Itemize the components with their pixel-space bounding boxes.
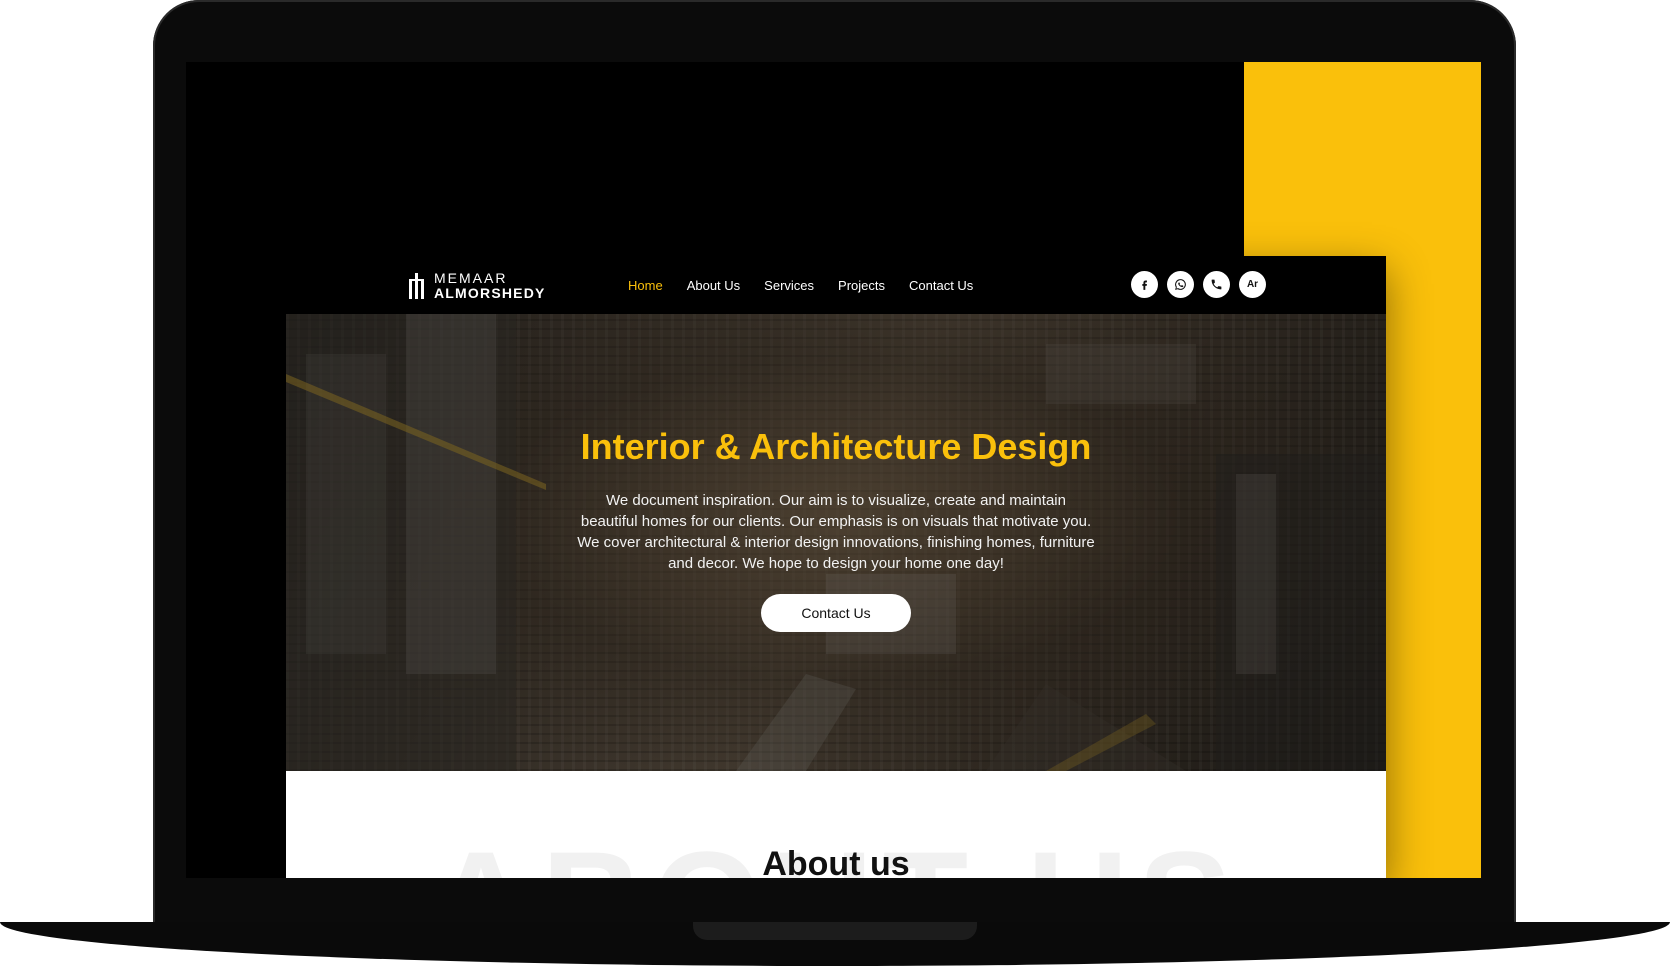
nav-link-services[interactable]: Services [764,278,814,293]
nav-links: Home About Us Services Projects Contact … [628,256,973,314]
social-icons: Ar [1131,271,1266,298]
contact-us-button[interactable]: Contact Us [761,594,911,632]
facebook-icon[interactable] [1131,271,1158,298]
about-title: About us [762,845,910,878]
laptop-notch [693,922,977,940]
hero-content: Interior & Architecture Design We docume… [286,314,1386,771]
nav-link-contact[interactable]: Contact Us [909,278,973,293]
logo[interactable]: MEMAAR ALMORSHEDY [408,270,546,300]
logo-mark-icon [409,273,424,299]
hero-section: Interior & Architecture Design We docume… [286,314,1386,771]
logo-text-line1: MEMAAR [434,269,508,286]
logo-text-line2: ALMORSHEDY [434,284,546,301]
hero-description: We document inspiration. Our aim is to v… [577,492,1095,572]
phone-icon[interactable] [1203,271,1230,298]
about-section: ABOUT US About us [286,771,1386,878]
language-toggle-label: Ar [1246,279,1259,290]
laptop-screen: MEMAAR ALMORSHEDY Home About Us Services… [186,62,1481,878]
website-preview: MEMAAR ALMORSHEDY Home About Us Services… [286,256,1386,878]
navbar: MEMAAR ALMORSHEDY Home About Us Services… [286,256,1386,314]
nav-link-projects[interactable]: Projects [838,278,885,293]
language-toggle[interactable]: Ar [1239,271,1266,298]
nav-link-about[interactable]: About Us [687,278,740,293]
whatsapp-icon[interactable] [1167,271,1194,298]
hero-title: Interior & Architecture Design [580,426,1092,467]
nav-link-home[interactable]: Home [628,278,663,293]
